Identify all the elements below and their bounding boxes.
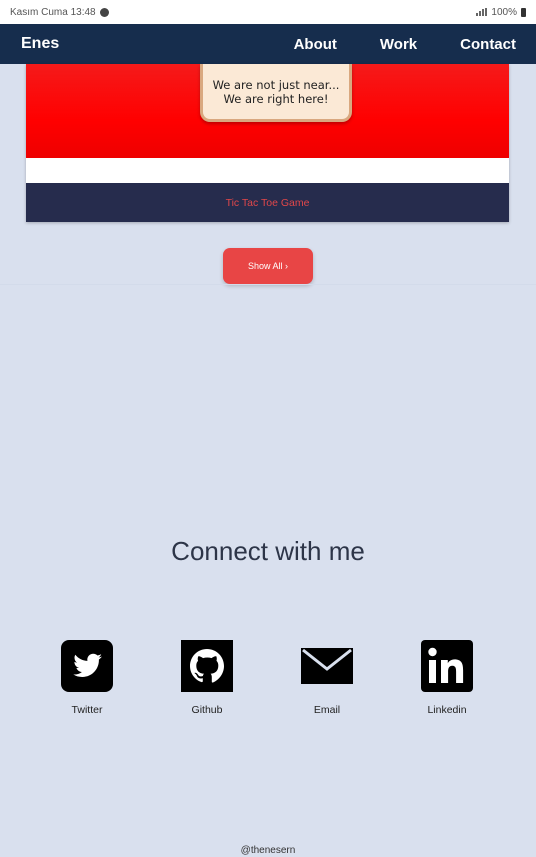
- nav-link-work[interactable]: Work: [380, 36, 417, 53]
- sign-board: We are not just near... We are right her…: [200, 64, 352, 122]
- spotify-icon: [99, 7, 109, 17]
- social-label-email: Email: [313, 704, 341, 716]
- project-thumbnail[interactable]: We are not just near... We are right her…: [26, 64, 509, 158]
- nav-links: About Work Contact: [251, 36, 516, 53]
- social-label-twitter: Twitter: [71, 704, 103, 716]
- battery-icon: [521, 7, 526, 17]
- social-link-twitter[interactable]: Twitter: [47, 640, 127, 716]
- card-footer: Tic Tac Toe Game: [26, 183, 509, 222]
- card-strip: [26, 158, 509, 183]
- social-link-email[interactable]: Email: [287, 640, 367, 716]
- email-icon: [301, 648, 353, 684]
- twitter-icon: [61, 640, 113, 692]
- section-divider: [0, 284, 536, 285]
- social-link-linkedin[interactable]: Linkedin: [407, 640, 487, 716]
- sign-line-1: We are not just near...: [212, 77, 340, 92]
- sign-line-2: We are right here!: [223, 91, 329, 106]
- footer-credit: @thenesern: [240, 845, 296, 856]
- navbar: Enes About Work Contact: [0, 24, 536, 64]
- signal-icon: [476, 8, 488, 16]
- status-time: Kasım Cuma 13:48: [10, 6, 96, 18]
- brand-logo[interactable]: Enes: [21, 35, 59, 53]
- project-title[interactable]: Tic Tac Toe Game: [226, 197, 310, 209]
- nav-link-about[interactable]: About: [294, 36, 337, 53]
- social-label-linkedin: Linkedin: [427, 704, 467, 716]
- social-link-github[interactable]: Github: [167, 640, 247, 716]
- nav-link-contact[interactable]: Contact: [460, 36, 516, 53]
- show-all-button[interactable]: Show All ›: [223, 248, 313, 284]
- connect-title: Connect with me: [171, 536, 365, 566]
- linkedin-icon: [421, 640, 473, 692]
- github-icon: [181, 640, 233, 692]
- project-card[interactable]: We are not just near... We are right her…: [26, 64, 509, 222]
- social-label-github: Github: [191, 704, 223, 716]
- status-right: 100%: [476, 7, 526, 18]
- status-left: Kasım Cuma 13:48: [10, 7, 109, 18]
- battery-percent: 100%: [491, 6, 517, 18]
- status-bar: Kasım Cuma 13:48 100%: [0, 0, 536, 24]
